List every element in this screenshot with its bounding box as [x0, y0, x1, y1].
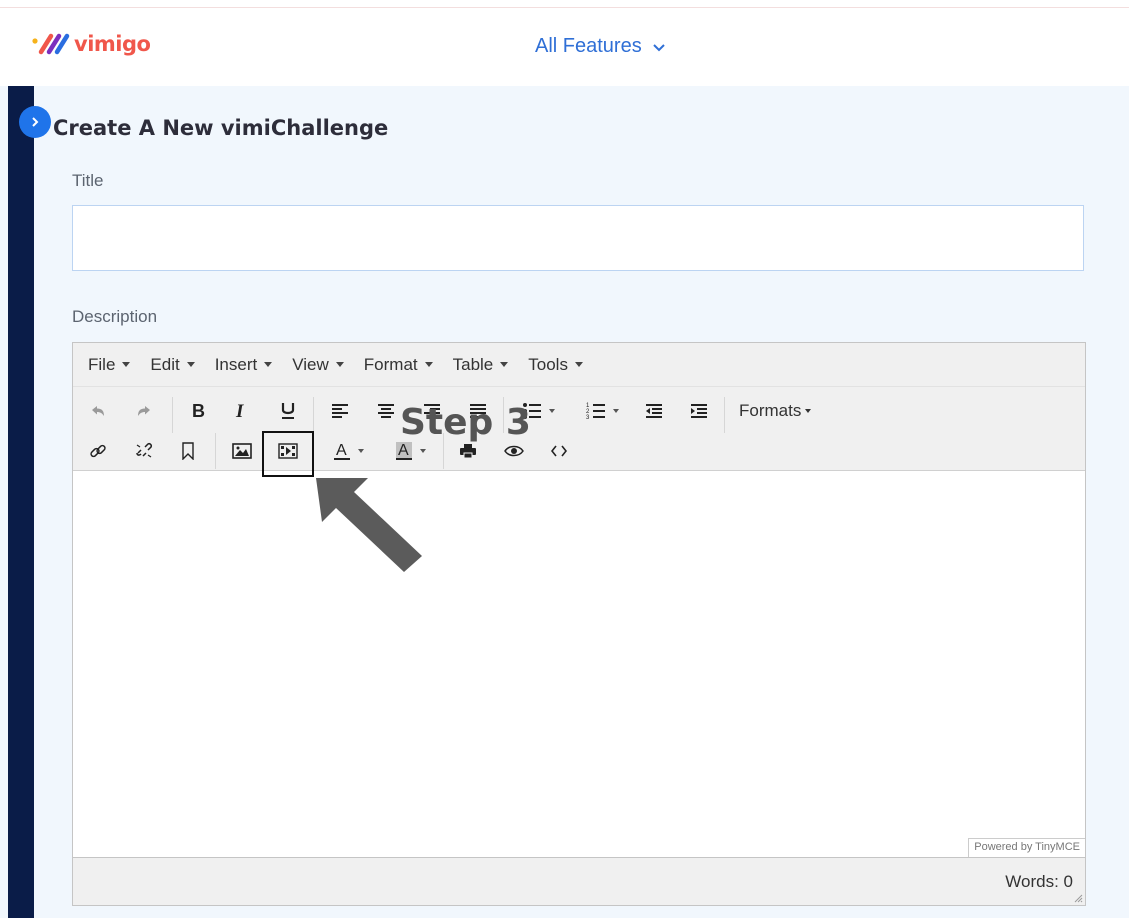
svg-text:B: B — [192, 402, 205, 420]
title-label: Title — [72, 171, 104, 190]
menu-edit[interactable]: Edit — [150, 355, 195, 375]
toolbar-separator — [215, 433, 216, 469]
underline-button[interactable] — [273, 393, 303, 429]
resize-handle-icon[interactable] — [1073, 893, 1083, 903]
svg-text:I: I — [235, 402, 244, 420]
editor-statusbar: Words: 0 — [73, 857, 1085, 905]
chevron-down-icon — [653, 43, 665, 51]
caret-down-icon — [805, 409, 812, 413]
editor-toolbar: B I 1 2 3 Formats A A — [73, 387, 1085, 471]
vimigo-logo-text: vimigo — [74, 32, 151, 56]
indent-icon — [691, 404, 707, 418]
caret-down-icon — [612, 409, 619, 413]
text-color-icon: A — [333, 442, 350, 460]
svg-text:3: 3 — [586, 415, 590, 420]
caret-down-icon — [574, 362, 583, 367]
toolbar-separator — [724, 397, 725, 433]
toolbar-row-1: B I 1 2 3 Formats — [73, 393, 1085, 433]
toolbar-separator — [172, 397, 173, 433]
outdent-button[interactable] — [639, 393, 669, 429]
editor-content-area[interactable] — [73, 472, 1085, 858]
caret-down-icon — [335, 362, 344, 367]
eye-icon — [504, 445, 524, 457]
svg-text:A: A — [398, 442, 409, 459]
top-strip — [0, 0, 1129, 8]
outdent-icon — [646, 404, 662, 418]
caret-down-icon — [419, 449, 426, 453]
vimigo-logo-icon — [32, 33, 70, 55]
all-features-menu[interactable]: All Features — [535, 35, 666, 58]
unlink-icon — [136, 443, 152, 458]
undo-icon — [92, 406, 104, 416]
menu-table[interactable]: Table — [453, 355, 509, 375]
caret-down-icon — [122, 362, 131, 367]
chevron-right-icon — [32, 117, 39, 127]
rich-text-editor: File Edit Insert View Format Table Tools… — [72, 342, 1086, 906]
menu-view[interactable]: View — [292, 355, 344, 375]
align-center-button[interactable] — [371, 393, 401, 429]
formats-dropdown[interactable]: Formats — [739, 393, 829, 429]
insert-image-button[interactable] — [227, 433, 257, 469]
caret-down-icon — [424, 362, 433, 367]
link-icon — [90, 444, 106, 458]
caret-down-icon — [357, 449, 364, 453]
redo-button[interactable] — [129, 393, 159, 429]
menu-tools[interactable]: Tools — [528, 355, 583, 375]
indent-button[interactable] — [684, 393, 714, 429]
vimigo-logo[interactable]: vimigo — [32, 31, 151, 57]
caret-down-icon — [548, 409, 555, 413]
link-button[interactable] — [83, 433, 113, 469]
step-highlight-box — [262, 431, 314, 477]
underline-icon — [281, 403, 295, 419]
word-count: Words: 0 — [1005, 872, 1073, 891]
unlink-button[interactable] — [129, 433, 159, 469]
print-icon — [460, 444, 476, 459]
page-title: Create A New vimiChallenge — [53, 116, 389, 140]
toolbar-separator — [313, 397, 314, 433]
step-label: Step 3 — [400, 402, 531, 443]
bookmark-button[interactable] — [173, 433, 203, 469]
bold-icon: B — [192, 402, 205, 420]
all-features-label: All Features — [535, 35, 642, 57]
align-left-button[interactable] — [325, 393, 355, 429]
italic-button[interactable]: I — [227, 393, 257, 429]
caret-down-icon — [500, 362, 509, 367]
align-left-icon — [332, 404, 348, 418]
editor-menubar: File Edit Insert View Format Table Tools — [73, 343, 1085, 387]
bold-button[interactable]: B — [183, 393, 213, 429]
undo-button[interactable] — [83, 393, 113, 429]
background-color-icon: A — [395, 442, 412, 460]
title-input[interactable] — [72, 205, 1084, 271]
source-code-button[interactable] — [544, 433, 574, 469]
code-icon — [551, 445, 567, 457]
bookmark-icon — [182, 442, 194, 460]
formats-label: Formats — [739, 401, 802, 420]
italic-icon: I — [235, 402, 244, 420]
numbered-list-icon: 123 — [586, 403, 605, 420]
menu-insert[interactable]: Insert — [215, 355, 273, 375]
menu-format[interactable]: Format — [364, 355, 433, 375]
align-center-icon — [378, 404, 394, 418]
text-color-button[interactable]: A — [323, 433, 373, 469]
numbered-list-button[interactable]: 123 — [577, 393, 627, 429]
image-icon — [232, 443, 252, 459]
toolbar-row-2: A A — [73, 433, 1085, 469]
side-navigation-bar — [8, 86, 34, 918]
svg-text:A: A — [336, 442, 347, 459]
description-label: Description — [72, 307, 158, 326]
redo-icon — [138, 406, 150, 416]
menu-file[interactable]: File — [88, 355, 131, 375]
powered-by-badge[interactable]: Powered by TinyMCE — [968, 838, 1085, 857]
step-arrow-icon — [316, 478, 422, 572]
caret-down-icon — [186, 362, 195, 367]
navbar: vimigo All Features — [0, 9, 1129, 86]
sidebar-toggle-button[interactable] — [19, 106, 51, 138]
page-content: Create A New vimiChallenge Title Descrip… — [0, 86, 1129, 918]
caret-down-icon — [264, 362, 273, 367]
